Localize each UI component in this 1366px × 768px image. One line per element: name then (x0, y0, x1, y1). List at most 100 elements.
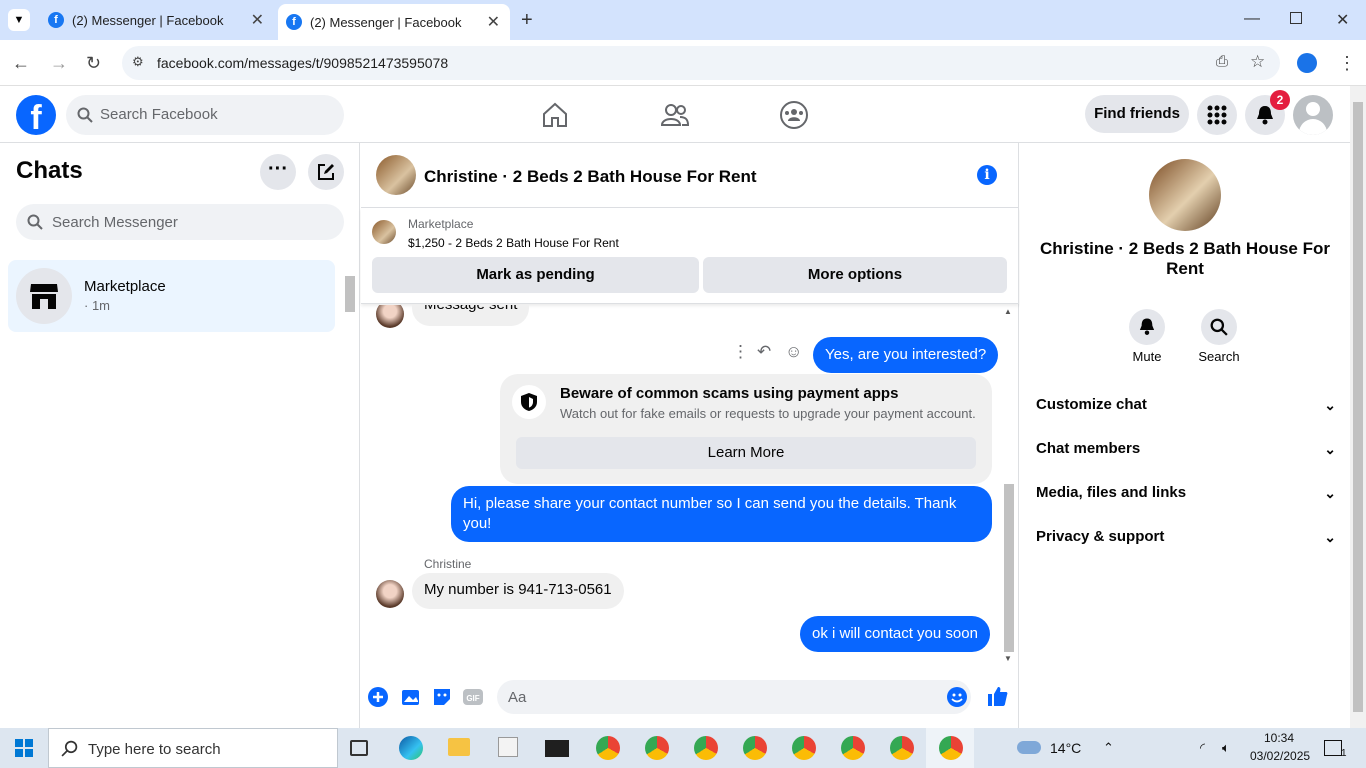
page-scroll-thumb[interactable] (1353, 102, 1363, 712)
close-tab-icon[interactable]: ✕ (251, 10, 264, 30)
learn-more-button[interactable]: Learn More (516, 437, 976, 469)
clock-time[interactable]: 10:34 (1264, 731, 1294, 745)
edge-icon[interactable] (399, 736, 423, 760)
store-app-icon[interactable] (498, 737, 518, 757)
reply-icon[interactable]: ↶ (757, 342, 771, 362)
plus-icon[interactable] (368, 687, 388, 707)
windows-start-icon[interactable] (15, 739, 33, 757)
weather-temp[interactable]: 14°C (1050, 740, 1081, 756)
received-message-bubble[interactable]: My number is 941-713-0561 (412, 573, 624, 609)
scroll-down-icon[interactable]: ▼ (1004, 654, 1012, 663)
mute-button[interactable] (1129, 309, 1165, 345)
chat-list-scrollbar[interactable] (343, 260, 357, 332)
groups-icon[interactable] (779, 100, 809, 130)
tab-list-dropdown-icon[interactable]: ▼ (8, 9, 30, 31)
chevron-down-icon: ⌄ (1324, 397, 1336, 413)
media-files-links-row[interactable]: Media, files and links ⌄ (1036, 471, 1336, 515)
minimize-icon[interactable]: — (1244, 10, 1260, 28)
chrome-icon[interactable] (792, 736, 816, 760)
scroll-up-icon[interactable]: ▲ (1004, 307, 1012, 316)
react-emoji-icon[interactable]: ☺ (785, 342, 802, 362)
page-scrollbar[interactable] (1350, 86, 1366, 728)
network-icon[interactable]: ◜ (1200, 740, 1205, 756)
photo-icon[interactable] (401, 687, 421, 707)
sent-message-bubble[interactable]: ok i will contact you soon (800, 616, 990, 652)
volume-icon[interactable]: 🔈︎ (1222, 740, 1230, 756)
marketplace-listing-bar: Marketplace $1,250 - 2 Beds 2 Bath House… (361, 208, 1019, 304)
listing-thumbnail[interactable] (372, 220, 396, 244)
chat-options-button[interactable]: ··· (260, 154, 296, 190)
profile-icon[interactable] (1297, 53, 1317, 73)
emoji-icon[interactable] (947, 687, 967, 707)
site-info-icon[interactable]: ⚙ (132, 54, 144, 70)
home-icon[interactable] (540, 100, 570, 130)
sent-message-bubble[interactable]: Hi, please share your contact number so … (451, 486, 992, 542)
tab-messenger-1[interactable]: f (2) Messenger | Facebook ✕ (48, 0, 274, 40)
more-actions-icon[interactable]: ⋮ (732, 342, 749, 362)
chrome-icon[interactable] (694, 736, 718, 760)
reload-icon[interactable]: ↻ (86, 53, 101, 73)
messages-scrollbar[interactable]: ▲ ▼ (1002, 307, 1016, 665)
search-icon (27, 214, 43, 230)
conversation-info-icon[interactable]: i (977, 165, 997, 185)
find-friends-button[interactable]: Find friends (1085, 95, 1189, 133)
sticker-icon[interactable] (432, 687, 452, 707)
show-hidden-icons-icon[interactable]: ⌃ (1103, 740, 1114, 756)
tab-label: (2) Messenger | Facebook (72, 12, 224, 28)
more-options-button[interactable]: More options (703, 257, 1007, 293)
conversation-title[interactable]: Christine · 2 Beds 2 Bath House For Rent (424, 167, 757, 187)
browser-menu-icon[interactable]: ⋮ (1338, 53, 1356, 73)
shield-icon-wrap (512, 385, 546, 419)
clock-date[interactable]: 03/02/2025 (1250, 749, 1310, 763)
contact-name: Christine · 2 Beds 2 Bath House For Rent (1040, 239, 1330, 278)
notification-center-icon[interactable] (1324, 740, 1342, 756)
messenger-search-input[interactable]: Search Messenger (16, 204, 344, 240)
forward-icon[interactable]: → (50, 53, 68, 73)
search-conversation-button[interactable] (1201, 309, 1237, 345)
gif-icon[interactable]: GIF (463, 687, 483, 707)
privacy-support-row[interactable]: Privacy & support ⌄ (1036, 515, 1336, 559)
conversation-avatar[interactable] (376, 155, 416, 195)
thumbs-up-icon[interactable] (986, 685, 1008, 707)
close-tab-icon[interactable]: ✕ (487, 12, 500, 32)
restore-icon[interactable] (1290, 12, 1302, 24)
scroll-thumb[interactable] (1004, 484, 1014, 652)
chrome-icon[interactable] (645, 736, 669, 760)
chat-members-row[interactable]: Chat members ⌄ (1036, 427, 1336, 471)
listing-price-title[interactable]: $1,250 - 2 Beds 2 Bath House For Rent (408, 236, 619, 250)
chrome-icon[interactable] (841, 736, 865, 760)
file-explorer-icon[interactable] (448, 738, 470, 756)
address-bar[interactable]: ⚙ facebook.com/messages/t/90985214735950… (122, 46, 1280, 80)
menu-grid-button[interactable] (1197, 95, 1237, 135)
friends-icon[interactable] (660, 100, 690, 130)
customize-chat-row[interactable]: Customize chat ⌄ (1036, 383, 1336, 427)
chrome-icon[interactable] (743, 736, 767, 760)
taskbar-search-input[interactable]: Type here to search (48, 728, 338, 768)
message-input[interactable]: Aa (497, 680, 971, 714)
back-icon[interactable]: ← (12, 53, 30, 73)
task-view-icon[interactable] (350, 740, 368, 756)
new-tab-icon[interactable]: + (521, 9, 533, 32)
message-placeholder: Aa (508, 689, 527, 706)
new-message-button[interactable] (308, 154, 344, 190)
store-icon (30, 284, 58, 309)
mail-icon[interactable] (545, 740, 569, 757)
contact-avatar[interactable] (1149, 159, 1221, 231)
account-avatar[interactable] (1293, 95, 1333, 135)
chrome-icon[interactable] (939, 736, 963, 760)
facebook-logo-icon[interactable]: f (16, 95, 56, 135)
bookmark-star-icon[interactable]: ☆ (1250, 52, 1265, 72)
tab-messenger-2[interactable]: f (2) Messenger | Facebook ✕ (278, 4, 510, 40)
facebook-search-input[interactable]: Search Facebook (66, 95, 344, 135)
install-app-icon[interactable]: ⎙ (1216, 53, 1228, 70)
mark-as-pending-button[interactable]: Mark as pending (372, 257, 699, 293)
compose-icon (318, 164, 334, 180)
chrome-icon[interactable] (890, 736, 914, 760)
close-window-icon[interactable]: ✕ (1336, 10, 1349, 30)
christine-avatar[interactable] (376, 580, 404, 608)
partial-message-bubble: Message sent (412, 305, 530, 326)
sent-message-bubble[interactable]: Yes, are you interested? (813, 337, 999, 373)
chats-sidebar: Chats ··· Search Messenger Marketplace ·… (0, 143, 360, 728)
chrome-icon[interactable] (596, 736, 620, 760)
chat-list-item-marketplace[interactable]: Marketplace · 1m (8, 260, 335, 332)
